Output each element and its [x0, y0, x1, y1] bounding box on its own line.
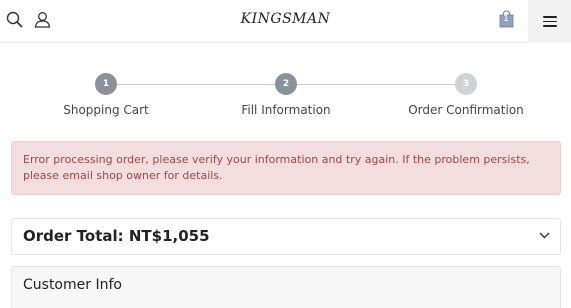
- hamburger-menu-icon: [542, 16, 557, 27]
- customer-info-title: Customer Info: [23, 277, 122, 293]
- site-header: KINGSMAN 1: [0, 0, 571, 43]
- step-number: 2: [275, 73, 297, 95]
- customer-info-panel[interactable]: Customer Info: [11, 266, 561, 308]
- checkout-progress: 1 Shopping Cart 2 Fill Information 3 Ord…: [0, 73, 571, 123]
- chevron-down-icon[interactable]: [538, 229, 550, 241]
- step-number: 1: [95, 73, 117, 95]
- order-total-panel[interactable]: Order Total: NT$1,055: [11, 218, 561, 255]
- order-total-label: Order Total: NT$1,055: [23, 227, 210, 245]
- cart-button[interactable]: 1: [496, 8, 516, 30]
- step-shopping-cart: 1 Shopping Cart: [6, 73, 206, 117]
- cart-count-badge: 1: [503, 14, 509, 24]
- step-order-confirmation: 3 Order Confirmation: [366, 73, 566, 117]
- menu-button[interactable]: [528, 0, 571, 43]
- site-logo[interactable]: KINGSMAN: [0, 11, 571, 27]
- step-fill-information: 2 Fill Information: [186, 73, 386, 117]
- error-alert: Error processing order, please verify yo…: [11, 141, 561, 195]
- error-message: Error processing order, please verify yo…: [23, 153, 530, 182]
- step-number: 3: [455, 73, 477, 95]
- step-label: Shopping Cart: [63, 103, 149, 117]
- step-label: Fill Information: [241, 103, 331, 117]
- step-label: Order Confirmation: [408, 103, 524, 117]
